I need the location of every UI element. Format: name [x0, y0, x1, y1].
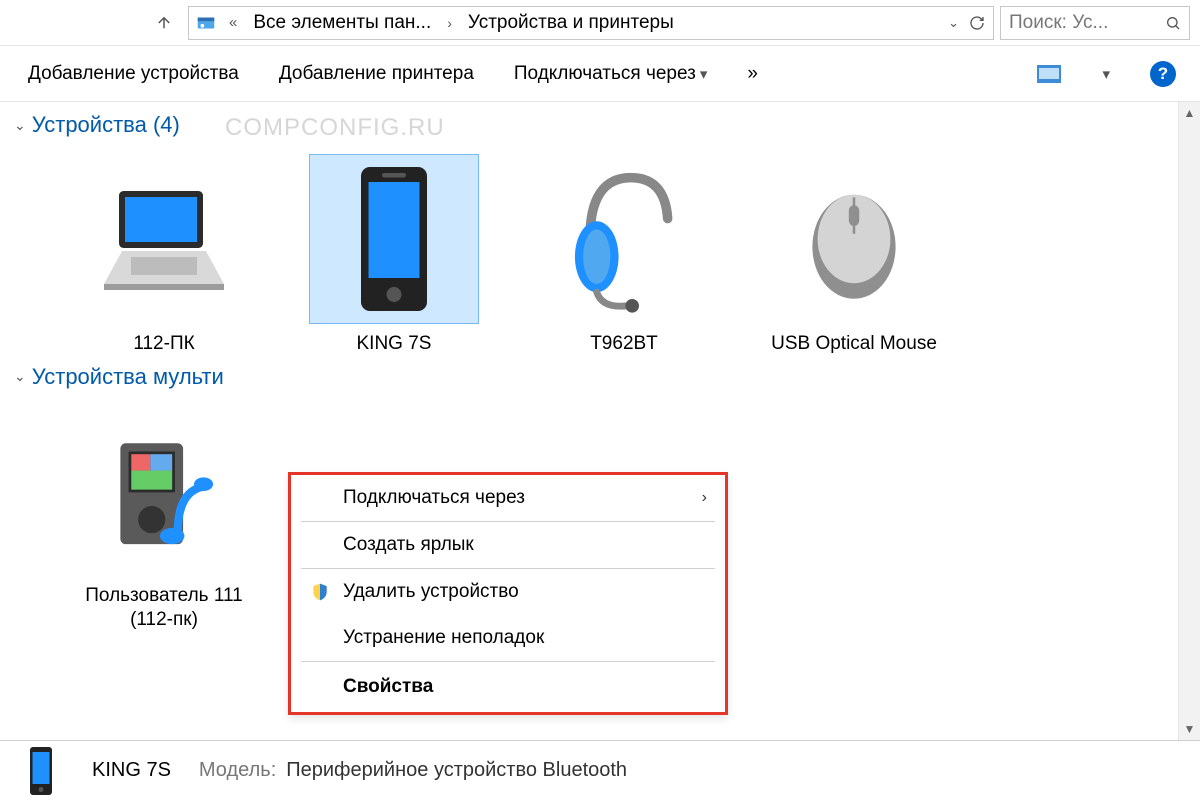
chevron-down-icon: ▾	[700, 65, 708, 83]
details-pane: KING 7S Модель: Периферийное устройство …	[0, 740, 1200, 800]
up-icon[interactable]	[150, 9, 178, 37]
details-name: KING 7S	[92, 759, 171, 782]
content-area: COMPCONFIG.RU ⌄ Устройства (4) 112-ПК	[0, 102, 1200, 740]
scroll-up-icon[interactable]: ▲	[1179, 102, 1200, 124]
panel-icon	[193, 10, 219, 36]
ctx-properties[interactable]: Свойства	[291, 662, 725, 712]
breadcrumb-item[interactable]: Устройства и принтеры	[458, 12, 684, 34]
menu-label: Удалить устройство	[343, 581, 519, 603]
add-printer-button[interactable]: Добавление принтера	[279, 63, 474, 85]
ctx-troubleshoot[interactable]: Устранение неполадок	[291, 615, 725, 661]
device-grid: 112-ПК KING 7S	[14, 138, 1200, 360]
chevron-down-icon: ⌄	[14, 117, 26, 134]
mouse-icon	[769, 154, 939, 324]
device-item-phone[interactable]: KING 7S	[294, 154, 494, 356]
headset-icon	[539, 154, 709, 324]
vertical-scrollbar[interactable]: ▲ ▼	[1178, 102, 1200, 740]
device-label: KING 7S	[357, 332, 432, 356]
breadcrumb[interactable]: « Все элементы пан... › Устройства и при…	[188, 6, 994, 40]
chevron-down-icon[interactable]: ▾	[1102, 65, 1110, 83]
laptop-icon	[79, 154, 249, 324]
chevron-right-icon: ›	[441, 15, 458, 31]
chevron-down-icon[interactable]: ⌄	[948, 15, 959, 31]
device-label: USB Optical Mouse	[771, 332, 937, 356]
menu-label: Создать ярлык	[343, 534, 474, 556]
help-icon[interactable]: ?	[1150, 61, 1176, 87]
chevron-right-icon: ›	[702, 489, 707, 507]
ctx-create-shortcut[interactable]: Создать ярлык	[291, 522, 725, 568]
menu-label: Подключаться через	[343, 487, 525, 509]
group-header[interactable]: ⌄ Устройства (4)	[14, 112, 1200, 138]
scroll-down-icon[interactable]: ▼	[1179, 718, 1200, 740]
chevron-left-icon: «	[223, 14, 243, 31]
preview-pane-icon[interactable]	[1036, 64, 1062, 84]
group-header[interactable]: ⌄ Устройства мульти	[14, 364, 1200, 390]
device-item-pc[interactable]: 112-ПК	[64, 154, 264, 356]
breadcrumb-item[interactable]: Все элементы пан...	[243, 12, 441, 34]
connect-via-button[interactable]: Подключаться через ▾	[514, 63, 707, 85]
group-devices: ⌄ Устройства (4) 112-ПК	[0, 102, 1200, 360]
device-item-media[interactable]: Пользователь 111 (112-пк)	[64, 406, 264, 632]
ctx-connect-via[interactable]: Подключаться через ›	[291, 475, 725, 521]
device-item-headset[interactable]: T962BT	[524, 154, 724, 356]
add-device-button[interactable]: Добавление устройства	[28, 63, 239, 85]
chevron-down-icon: ⌄	[14, 368, 26, 385]
details-model: Модель: Периферийное устройство Bluetoot…	[199, 759, 627, 782]
menu-label: Свойства	[343, 676, 433, 698]
context-menu: Подключаться через › Создать ярлык Удали…	[288, 472, 728, 715]
watermark: COMPCONFIG.RU	[225, 114, 445, 142]
phone-icon	[309, 154, 479, 324]
device-item-mouse[interactable]: USB Optical Mouse	[754, 154, 954, 356]
shield-icon	[305, 580, 335, 604]
search-input[interactable]: Поиск: Ус...	[1000, 6, 1190, 40]
search-icon	[1165, 15, 1181, 31]
device-label: Пользователь 111 (112-пк)	[64, 584, 264, 632]
phone-icon	[18, 748, 64, 794]
menu-label: Устранение неполадок	[343, 627, 544, 649]
details-model-label: Модель:	[199, 759, 276, 782]
media-device-icon	[79, 406, 249, 576]
toolbar: Добавление устройства Добавление принтер…	[0, 46, 1200, 102]
address-bar: « Все элементы пан... › Устройства и при…	[0, 0, 1200, 46]
search-placeholder: Поиск: Ус...	[1009, 12, 1108, 34]
connect-via-label: Подключаться через	[514, 63, 696, 85]
ctx-remove-device[interactable]: Удалить устройство	[291, 569, 725, 615]
group-title: Устройства мульти	[32, 364, 224, 390]
device-label: 112-ПК	[133, 332, 194, 356]
refresh-icon[interactable]	[967, 13, 987, 33]
toolbar-overflow-button[interactable]: »	[747, 63, 758, 85]
device-label: T962BT	[590, 332, 658, 356]
details-model-value: Периферийное устройство Bluetooth	[286, 759, 627, 782]
group-title: Устройства (4)	[32, 112, 180, 138]
